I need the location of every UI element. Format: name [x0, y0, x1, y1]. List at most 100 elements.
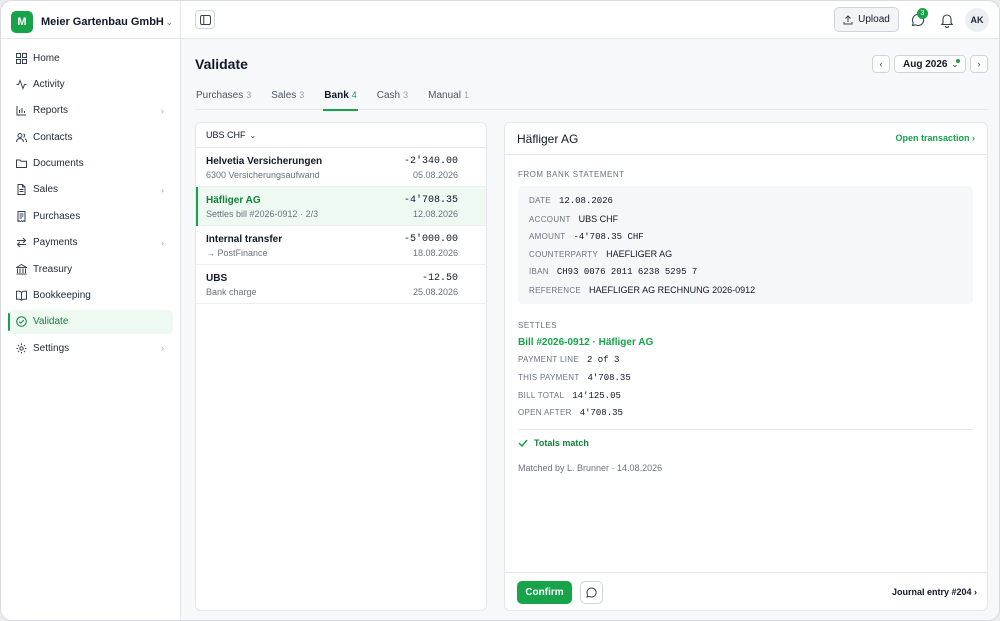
field-label: AMOUNT: [529, 231, 566, 241]
field-value: CH93 0076 2011 6238 5295 7: [556, 267, 698, 278]
settles-field: BILL TOTAL 14'125.05: [518, 391, 621, 401]
sidebar-item-validate[interactable]: Validate: [8, 309, 173, 334]
detail-footer: Confirm Journal entry #204 ›: [505, 572, 987, 610]
sidebar-item-label: Activity: [33, 78, 65, 90]
sidebar-item-label: Purchases: [33, 210, 81, 222]
statement-field: IBAN CH93 0076 2011 6238 5295 7: [529, 267, 697, 277]
account-label: UBS CHF: [206, 130, 246, 140]
field-label: THIS PAYMENT: [518, 372, 580, 382]
org-logo: M: [11, 11, 33, 33]
settles-field: PAYMENT LINE 2 of 3: [518, 355, 619, 365]
tab-sales[interactable]: Sales 3: [270, 90, 305, 110]
sidebar-toggle-button[interactable]: [195, 10, 215, 29]
field-value: 4'708.35: [579, 408, 623, 419]
comment-icon: [586, 587, 597, 598]
sidebar-item-sales[interactable]: Sales ›: [9, 178, 173, 202]
settles-label: SETTLES: [518, 321, 558, 330]
list-item[interactable]: Helvetia Versicherungen 6300 Versicherung…: [196, 148, 486, 187]
check-icon: [518, 439, 528, 447]
tab-label: Sales: [271, 90, 297, 101]
bill-link[interactable]: Bill #2026-0912 · Häfliger AG: [518, 337, 653, 348]
sidebar-item-home[interactable]: Home: [9, 46, 173, 70]
chevron-right-icon: ›: [161, 237, 164, 248]
list-item[interactable]: UBS Bank charge -12.50 25.08.2026: [196, 265, 486, 304]
tx-date: 05.08.2026: [412, 170, 458, 180]
statement-field: DATE 12.08.2026: [529, 196, 613, 206]
transaction-list: Helvetia Versicherungen 6300 Versicherung…: [196, 148, 486, 304]
sidebar-item-reports[interactable]: Reports ›: [9, 99, 173, 123]
sidebar-item-documents[interactable]: Documents: [9, 152, 173, 176]
tx-subtitle: Settles bill #2026-0912 · 2/3: [206, 209, 319, 219]
field-value: 14'125.05: [572, 390, 621, 401]
tab-purchases[interactable]: Purchases 3: [195, 90, 252, 110]
upload-button[interactable]: Upload: [834, 7, 899, 32]
field-label: REFERENCE: [529, 286, 582, 295]
check-circle-icon: [16, 316, 27, 328]
sidebar-item-payments[interactable]: Payments ›: [9, 231, 173, 255]
tab-bank[interactable]: Bank 4: [323, 90, 359, 111]
field-label: BILL TOTAL: [518, 390, 565, 400]
sidebar-item-label: Validate: [33, 316, 69, 328]
sidebar-item-settings[interactable]: Settings ›: [9, 336, 173, 360]
field-value: HAEFLIGER AG: [606, 249, 673, 260]
main-content: Validate ‹ Aug 2026 ⌄ › Purchases 3 Sales 3…: [181, 39, 999, 620]
field-value: HAEFLIGER AG RECHNUNG 2026-0912: [589, 285, 756, 295]
chevron-right-icon: ›: [161, 184, 164, 195]
comment-button[interactable]: [580, 581, 603, 604]
field-value: 2 of 3: [586, 355, 620, 365]
tab-count: 3: [246, 90, 252, 100]
sidebar-item-label: Bookkeeping: [33, 290, 91, 302]
account-select[interactable]: UBS CHF ⌄: [196, 123, 486, 148]
chat-badge: 3: [917, 8, 928, 19]
tx-amount: -5'000.00: [403, 234, 458, 245]
tab-cash[interactable]: Cash 3: [376, 90, 409, 110]
sidebar-item-activity[interactable]: Activity: [9, 72, 173, 96]
sidebar-item-treasury[interactable]: Treasury: [9, 257, 173, 281]
period-prev-button[interactable]: ‹: [872, 55, 890, 73]
period-select[interactable]: Aug 2026 ⌄: [894, 55, 966, 73]
app-window: M Meier Gartenbau GmbH ⌄ Home Activity Rep…: [0, 0, 1000, 621]
sidebar-item-label: Treasury: [33, 263, 73, 275]
sidebar-nav: Home Activity Reports › Contacts Documents Sal…: [8, 46, 173, 363]
statement-field: REFERENCE HAEFLIGER AG RECHNUNG 2026-0912: [529, 285, 755, 295]
tab-manual[interactable]: Manual 1: [427, 90, 470, 110]
validate-tabs: Purchases 3 Sales 3 Bank 4 Cash 3 Manual 1: [195, 90, 988, 111]
org-switcher[interactable]: M Meier Gartenbau GmbH ⌄: [11, 11, 173, 33]
tx-amount: -4'708.35: [403, 195, 458, 206]
sidebar-item-label: Documents: [33, 158, 84, 170]
folder-icon: [16, 158, 27, 169]
sidebar: M Meier Gartenbau GmbH ⌄ Home Activity Rep…: [1, 1, 181, 620]
status-dot: [956, 59, 960, 63]
page-title: Validate: [195, 56, 248, 72]
field-label: ACCOUNT: [529, 214, 571, 224]
tab-count: 1: [463, 90, 469, 100]
bell-icon[interactable]: [940, 12, 954, 28]
tab-label: Cash: [376, 90, 401, 101]
user-avatar[interactable]: AK: [965, 8, 989, 32]
from-statement-label: FROM BANK STATEMENT: [518, 170, 625, 179]
open-transaction-link[interactable]: Open transaction ›: [895, 133, 975, 143]
transaction-list-panel: UBS CHF ⌄ Helvetia Versicherungen 6300 Ve…: [195, 122, 487, 611]
field-value: 12.08.2026: [558, 196, 613, 206]
field-value: -4'708.35 CHF: [573, 231, 644, 242]
list-item[interactable]: Häfliger AG Settles bill #2026-0912 · 2/3…: [196, 187, 486, 226]
field-label: IBAN: [529, 267, 549, 277]
sidebar-item-purchases[interactable]: Purchases: [9, 204, 173, 228]
field-label: DATE: [529, 196, 551, 205]
tx-subtitle: 6300 Versicherungsaufwand: [206, 170, 320, 180]
sidebar-item-label: Sales: [33, 184, 59, 196]
period-label: Aug 2026: [903, 58, 948, 70]
confirm-button[interactable]: Confirm: [517, 581, 572, 604]
period-next-button[interactable]: ›: [970, 55, 988, 73]
receipt-icon: [16, 210, 27, 222]
sidebar-item-label: Reports: [33, 105, 69, 117]
journal-entry-link[interactable]: Journal entry #204 ›: [892, 587, 977, 597]
sidebar-item-contacts[interactable]: Contacts: [9, 125, 173, 149]
chevron-left-icon: ‹: [879, 59, 883, 69]
file-icon: [16, 184, 27, 196]
sidebar-item-bookkeeping[interactable]: Bookkeeping: [9, 284, 173, 308]
tx-name: Internal transfer: [206, 234, 283, 245]
org-name: Meier Gartenbau GmbH: [41, 16, 164, 28]
list-item[interactable]: Internal transfer → PostFinance -5'000.00 1…: [196, 226, 486, 265]
statement-box: DATE 12.08.2026 ACCOUNT UBS CHF AMOUNT -4'708…: [518, 186, 973, 304]
